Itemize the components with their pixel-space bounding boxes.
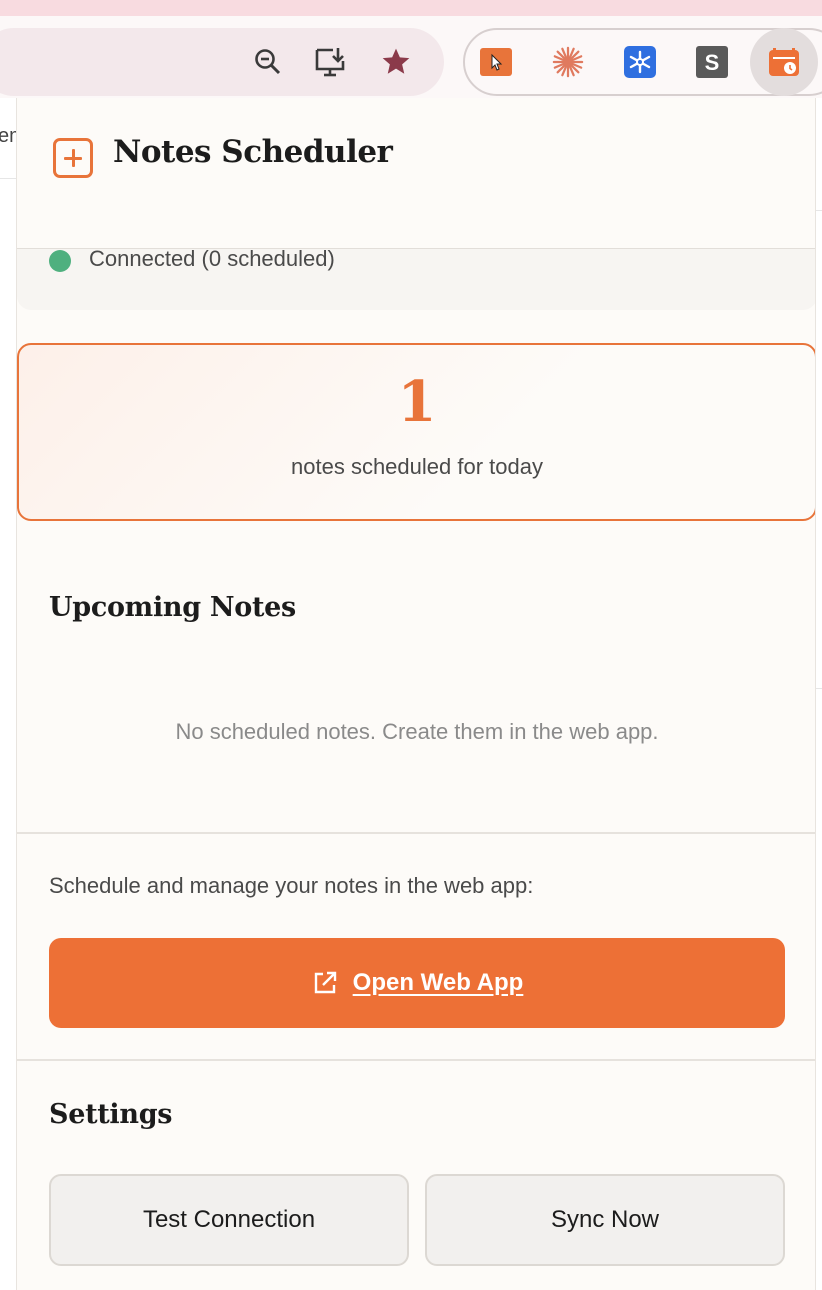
- background-divider: [0, 178, 16, 179]
- test-connection-button[interactable]: Test Connection: [49, 1174, 409, 1266]
- today-label: notes scheduled for today: [291, 454, 543, 479]
- s-extension-icon[interactable]: S: [696, 46, 728, 78]
- test-connection-label: Test Connection: [142, 1206, 316, 1233]
- zoom-out-icon[interactable]: [250, 44, 286, 80]
- bookmark-star-icon[interactable]: [378, 44, 414, 80]
- upcoming-notes-heading: Upcoming Notes: [49, 592, 296, 623]
- svg-text:S: S: [705, 50, 720, 75]
- extension-popup: Notes Scheduler Connected (0 scheduled) …: [16, 98, 816, 1290]
- external-link-icon: [311, 969, 339, 997]
- open-web-app-label: Open Web App: [352, 969, 524, 996]
- section-divider: [17, 1059, 815, 1061]
- background-divider: [816, 210, 822, 211]
- sync-now-button[interactable]: Sync Now: [425, 1174, 785, 1266]
- window-top-strip: [0, 0, 822, 16]
- popup-header: Notes Scheduler: [17, 98, 815, 248]
- background-divider: [816, 688, 822, 689]
- webapp-description: Schedule and manage your notes in the we…: [49, 873, 534, 898]
- connection-status-dot: [49, 250, 71, 272]
- sync-now-label: Sync Now: [550, 1206, 660, 1233]
- popup-title: Notes Scheduler: [113, 134, 393, 170]
- claude-extension-icon[interactable]: [552, 46, 584, 78]
- upcoming-empty-message: No scheduled notes. Create them in the w…: [175, 719, 659, 744]
- connection-status-text: Connected (0 scheduled): [89, 246, 335, 271]
- install-app-icon[interactable]: [313, 44, 349, 80]
- section-divider: [17, 832, 815, 834]
- notes-scheduler-logo-icon: [53, 138, 93, 178]
- cursor-extension-icon[interactable]: [480, 46, 512, 78]
- open-web-app-button[interactable]: Open Web App: [49, 938, 785, 1028]
- notes-scheduler-extension-icon[interactable]: [768, 46, 800, 78]
- settings-heading: Settings: [49, 1099, 173, 1130]
- today-count: 1: [397, 369, 437, 435]
- snowflake-extension-icon[interactable]: [624, 46, 656, 78]
